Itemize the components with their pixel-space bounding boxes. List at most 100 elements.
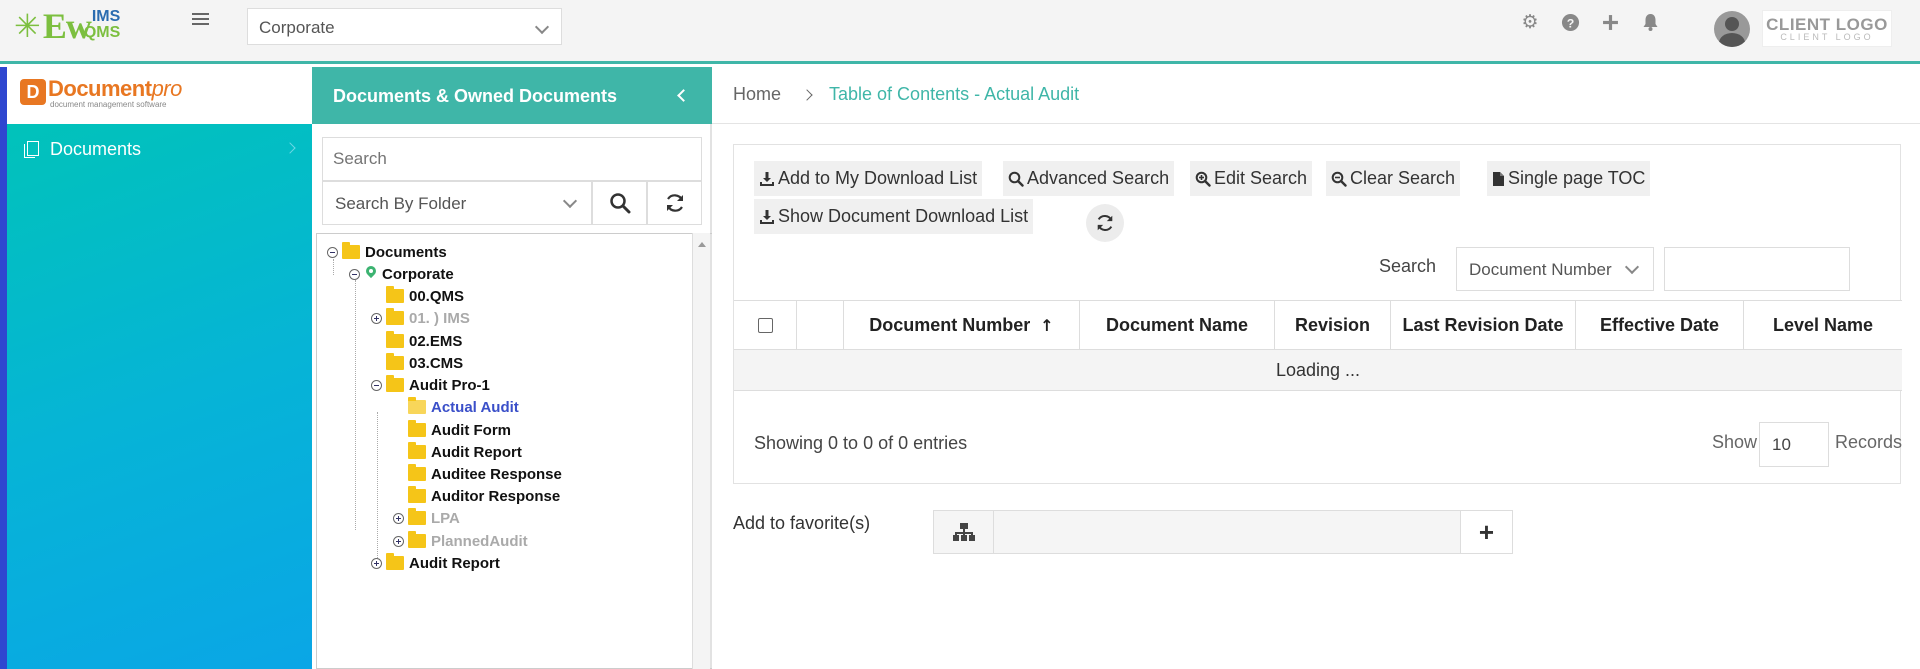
tree-node-00-qms[interactable]: 00.QMS — [371, 286, 464, 306]
tree-node-audit-report-root[interactable]: Audit Report — [371, 553, 500, 573]
scroll-up-icon[interactable] — [698, 242, 706, 247]
tree-node-label: Audit Form — [431, 421, 511, 439]
expand-icon[interactable] — [371, 557, 382, 569]
tree-node-actual-audit[interactable]: Actual Audit — [393, 397, 519, 417]
collapse-panel-icon[interactable] — [677, 89, 690, 102]
column-header-document-number[interactable]: Document Number ↑ — [844, 301, 1080, 350]
favorites-field[interactable]: + — [933, 510, 1513, 554]
column-header-last-revision-date[interactable]: Last Revision Date — [1391, 301, 1576, 350]
plus-icon[interactable] — [1600, 12, 1620, 32]
folder-icon — [408, 486, 426, 503]
chevron-right-icon — [284, 142, 296, 154]
tree-node-auditee-response[interactable]: Auditee Response — [393, 464, 562, 484]
breadcrumb-current: Table of Contents - Actual Audit — [829, 84, 1080, 104]
chevron-right-icon — [801, 88, 813, 101]
folder-icon — [386, 308, 404, 325]
tree-search-input[interactable] — [322, 137, 702, 181]
tree-node-label: Audit Report — [409, 554, 500, 572]
tree-node-plannedaudit[interactable]: PlannedAudit — [393, 531, 528, 551]
tree-line — [377, 412, 378, 562]
expand-icon[interactable] — [393, 535, 404, 547]
logo-suffix: IMS QMS — [84, 9, 120, 41]
clear-search-button[interactable]: Clear Search — [1326, 161, 1461, 196]
edit-search-button[interactable]: Edit Search — [1190, 161, 1313, 196]
search-by-folder-select[interactable]: Search By Folder — [322, 181, 592, 225]
column-header-label: Document Number — [869, 315, 1031, 335]
tree-search-button[interactable] — [592, 181, 647, 225]
page-size-input[interactable]: 10 — [1759, 422, 1829, 467]
client-logo: CLIENT LOGO CLIENT LOGO — [1762, 10, 1892, 47]
product-logo[interactable]: D Documentpro document management softwa… — [7, 67, 312, 124]
column-header-document-name[interactable]: Document Name — [1080, 301, 1275, 350]
add-favorite-button[interactable]: + — [1460, 511, 1512, 553]
menu-toggle-icon[interactable] — [192, 10, 212, 30]
divider — [712, 123, 1920, 124]
folder-icon — [386, 331, 404, 348]
gear-icon[interactable]: ⚙ — [1520, 11, 1540, 33]
product-logo-icon: D — [20, 79, 46, 105]
search-field-select[interactable]: Document Number — [1456, 247, 1654, 291]
show-download-list-button[interactable]: Show Document Download List — [754, 199, 1034, 234]
button-label: Clear Search — [1350, 168, 1456, 188]
tree-node-documents[interactable]: Documents — [327, 242, 447, 262]
tree-scrollbar[interactable] — [692, 233, 710, 669]
column-header-label: Document Name — [1105, 315, 1249, 335]
tree-node-audit-pro-1[interactable]: Audit Pro-1 — [371, 375, 490, 395]
org-chart-icon[interactable] — [934, 511, 994, 553]
search-icon — [609, 193, 630, 214]
column-header-level-name[interactable]: Level Name — [1744, 301, 1902, 350]
show-label: Show — [1712, 432, 1758, 452]
column-header-revision[interactable]: Revision — [1275, 301, 1391, 350]
avatar[interactable] — [1714, 11, 1750, 47]
button-label: Advanced Search — [1027, 168, 1170, 188]
zoom-in-icon — [1195, 171, 1211, 187]
tree-node-audit-report[interactable]: Audit Report — [393, 442, 522, 462]
collapse-icon[interactable] — [371, 379, 382, 391]
tree-node-lpa[interactable]: LPA — [393, 508, 460, 528]
breadcrumb-home[interactable]: Home — [733, 84, 781, 105]
tree-node-corporate[interactable]: Corporate — [349, 264, 454, 284]
sort-ascending-icon[interactable]: ↑ — [1040, 316, 1053, 335]
download-icon — [760, 209, 774, 224]
svg-text:?: ? — [1566, 16, 1574, 30]
refresh-button[interactable] — [1086, 204, 1124, 242]
search-input[interactable] — [1664, 247, 1850, 291]
folder-icon — [386, 375, 404, 392]
file-icon — [1493, 171, 1504, 186]
add-to-download-list-button[interactable]: Add to My Download List — [754, 161, 983, 196]
tree-node-label: 01. ) IMS — [409, 309, 470, 327]
organization-select[interactable]: Corporate — [247, 8, 562, 45]
folder-icon — [386, 353, 404, 370]
tree-node-label: Audit Pro-1 — [409, 376, 490, 394]
tree-node-label: Documents — [365, 243, 447, 261]
favorites-label: Add to favorite(s) — [733, 513, 871, 533]
advanced-search-button[interactable]: Advanced Search — [1003, 161, 1175, 196]
ews-logo[interactable]: ✳ Ew IMS QMS — [14, 6, 120, 46]
tree-node-audit-form[interactable]: Audit Form — [393, 420, 511, 440]
main-content: Home Table of Contents - Actual Audit Ad… — [712, 67, 1920, 669]
select-all-checkbox[interactable] — [757, 318, 773, 333]
bell-icon[interactable] — [1640, 12, 1660, 32]
collapse-icon[interactable] — [349, 268, 360, 280]
folder-icon — [408, 442, 426, 459]
column-header-effective-date[interactable]: Effective Date — [1576, 301, 1744, 350]
tree-node-03-cms[interactable]: 03.CMS — [371, 353, 463, 373]
folder-icon — [342, 242, 360, 259]
tree-node-label: Audit Report — [431, 443, 522, 461]
button-label: Show Document Download List — [778, 206, 1029, 226]
help-icon[interactable]: ? — [1560, 12, 1580, 32]
search-icon — [1008, 171, 1024, 187]
expand-icon[interactable] — [371, 312, 382, 324]
tree-refresh-button[interactable] — [647, 181, 702, 225]
tree-node-auditor-response[interactable]: Auditor Response — [393, 486, 560, 506]
folder-tree-panel: Documents & Owned Documents Search By Fo… — [312, 67, 712, 669]
tree-node-01-ims[interactable]: 01. ) IMS — [371, 308, 470, 328]
sidebar-item-documents[interactable]: Documents — [24, 137, 300, 161]
single-page-toc-button[interactable]: Single page TOC — [1487, 161, 1651, 196]
logo-qms: QMS — [83, 24, 121, 41]
expand-icon[interactable] — [393, 512, 404, 524]
tree-node-02-ems[interactable]: 02.EMS — [371, 331, 462, 351]
breadcrumb: Home Table of Contents - Actual Audit — [733, 84, 1079, 105]
chevron-down-icon — [534, 19, 550, 35]
collapse-icon[interactable] — [327, 246, 338, 258]
